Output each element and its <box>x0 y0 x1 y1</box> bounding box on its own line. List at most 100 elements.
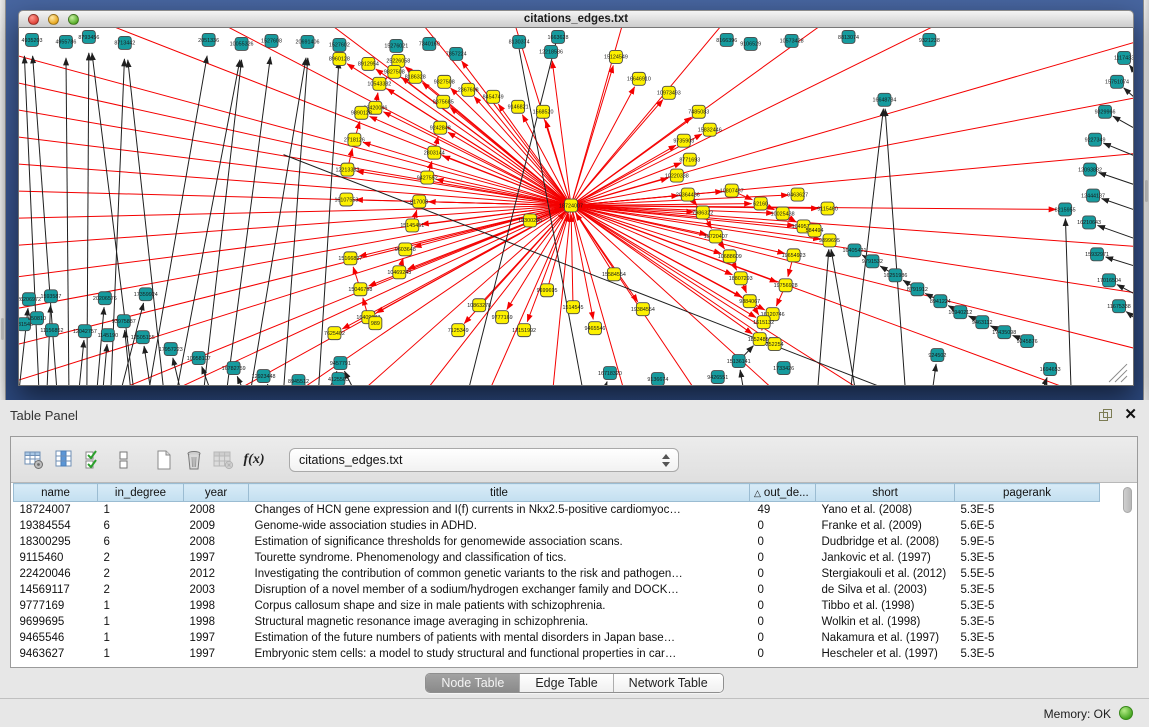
table-row[interactable]: 1938455462009Genome-wide association stu… <box>14 518 1100 534</box>
graph-node[interactable]: 10973493 <box>657 86 681 99</box>
right-panel-divider[interactable] <box>1143 0 1149 400</box>
graph-node[interactable]: 11156852 <box>40 324 63 337</box>
graph-node[interactable]: 9245876 <box>1017 335 1038 348</box>
graph-node[interactable]: 2367608 <box>458 83 479 96</box>
graph-node[interactable]: 10055326 <box>230 37 254 50</box>
graph-node[interactable]: 4935203 <box>22 33 43 46</box>
column-header-year[interactable]: year <box>184 484 249 502</box>
table-row[interactable]: 1830029562008Estimation of significance … <box>14 534 1100 550</box>
table-row[interactable]: 911546021997Tourette syndrome. Phenomeno… <box>14 550 1100 566</box>
table-scrollbar[interactable] <box>1123 487 1132 663</box>
graph-node[interactable]: 8912954 <box>358 57 379 70</box>
column-header-out_de[interactable]: △out_de... <box>750 484 816 502</box>
minimize-window-icon[interactable] <box>48 14 59 25</box>
graph-node[interactable]: 817008 <box>410 195 428 208</box>
graph-node[interactable]: 989 <box>369 317 382 330</box>
graph-node[interactable]: 19756928 <box>774 279 798 292</box>
graph-node[interactable]: 7625402 <box>324 327 345 340</box>
graph-node[interactable]: 15932971 <box>1085 248 1109 261</box>
graph-node[interactable]: 8793456 <box>78 30 99 43</box>
column-header-name[interactable]: name <box>14 484 98 502</box>
graph-node[interactable]: 7857224 <box>446 47 467 60</box>
graph-node[interactable]: 9463627 <box>787 188 808 201</box>
graph-node[interactable]: 12042757 <box>73 325 97 338</box>
graph-node[interactable]: 8813074 <box>838 30 859 43</box>
graph-node[interactable]: 8130374 <box>509 35 530 48</box>
graph-node[interactable]: 9329966 <box>1095 105 1116 118</box>
graph-node[interactable]: 15751074 <box>1105 75 1129 88</box>
column-header-in_degree[interactable]: in_degree <box>98 484 184 502</box>
column-header-pagerank[interactable]: pagerank <box>955 484 1100 502</box>
graph-node[interactable]: 8941224 <box>930 295 951 308</box>
delete-entries-icon[interactable] <box>181 447 207 473</box>
graph-node[interactable]: 8713442 <box>114 36 135 49</box>
float-panel-icon[interactable] <box>1099 409 1113 423</box>
graph-node[interactable]: 9735903 <box>673 134 694 147</box>
table-row[interactable]: 1456911722003Disruption of a novel membe… <box>14 582 1100 598</box>
table-row[interactable]: 969969511998Structural magnetic resonanc… <box>14 614 1100 630</box>
graph-node[interactable]: 1514545 <box>563 301 584 314</box>
graph-node[interactable]: 1663628 <box>548 30 569 43</box>
graph-node[interactable]: 19384554 <box>631 303 655 316</box>
graph-node[interactable]: 17957223 <box>159 343 183 356</box>
graph-node[interactable]: 850810 <box>28 312 46 325</box>
graph-node[interactable]: 8960128 <box>329 52 350 65</box>
graph-node[interactable]: 9777169 <box>492 311 513 324</box>
graph-node[interactable]: 7340160 <box>419 37 440 50</box>
graph-node[interactable]: 16107553 <box>334 193 358 206</box>
table-row[interactable]: 2242004622012Investigating the contribut… <box>14 566 1100 582</box>
graph-node[interactable]: 12444137 <box>1081 189 1105 202</box>
graph-node[interactable]: 1527602 <box>329 38 350 51</box>
column-header-short[interactable]: short <box>816 484 955 502</box>
tab-node-table[interactable]: Node Table <box>426 674 519 692</box>
table-row[interactable]: 1872400712008Changes of HCN gene express… <box>14 502 1100 518</box>
graph-node[interactable]: 26206972 <box>19 293 41 306</box>
graph-node[interactable]: 1145190 <box>98 329 119 342</box>
graph-node[interactable]: 93975887 <box>112 315 136 328</box>
graph-node[interactable]: 15720407 <box>704 230 728 243</box>
graph-node[interactable]: 9426551 <box>707 371 728 384</box>
tab-network-table[interactable]: Network Table <box>613 674 723 692</box>
close-window-icon[interactable] <box>28 14 39 25</box>
graph-node[interactable]: 9146821 <box>508 100 529 113</box>
graph-node[interactable]: 9136674 <box>647 373 668 385</box>
graph-node[interactable]: 62160 <box>753 197 768 210</box>
select-all-icon[interactable] <box>81 447 107 473</box>
close-panel-icon[interactable]: ✕ <box>1124 405 1137 425</box>
graph-node[interactable]: 2718126 <box>344 133 365 146</box>
graph-node[interactable]: 9899695 <box>819 234 840 247</box>
graph-node[interactable]: 1568520 <box>533 105 554 118</box>
window-resize-grip[interactable] <box>1109 364 1127 382</box>
zoom-window-icon[interactable] <box>68 14 79 25</box>
graph-node[interactable]: 1733426 <box>773 362 794 375</box>
graph-node[interactable]: 2051336 <box>198 33 219 46</box>
graph-node[interactable]: 20691406 <box>296 35 320 48</box>
graph-node[interactable]: 9106529 <box>740 37 761 50</box>
graph-node[interactable]: 16782759 <box>222 362 246 375</box>
graph-node[interactable]: 9463112 <box>972 316 993 329</box>
graph-node[interactable]: 17151992 <box>512 324 536 337</box>
graph-node[interactable]: 15145451 <box>400 219 424 232</box>
graph-node[interactable]: 8945512 <box>288 375 309 385</box>
graph-node[interactable]: 1117433 <box>1114 51 1133 64</box>
function-builder-icon[interactable]: f(x) <box>241 447 267 473</box>
graph-node[interactable]: 16646910 <box>627 72 651 85</box>
graph-node[interactable]: 7125349 <box>448 324 469 337</box>
graph-node[interactable]: 16210643 <box>1077 216 1101 229</box>
table-row[interactable]: 946554611997Estimation of the future num… <box>14 630 1100 646</box>
graph-node[interactable]: 10220338 <box>665 169 689 182</box>
graph-node[interactable]: 9115460 <box>817 202 838 215</box>
graph-node[interactable]: 8166396 <box>716 33 737 46</box>
graph-node[interactable]: 4955786 <box>55 35 76 48</box>
column-header-title[interactable]: title <box>249 484 750 502</box>
scrollbar-thumb[interactable] <box>1123 487 1132 513</box>
graph-node[interactable]: 17435098 <box>992 326 1016 339</box>
graph-node[interactable]: 12505155 <box>131 331 155 344</box>
graph-node[interactable]: 9321238 <box>919 33 940 46</box>
graph-node[interactable]: 9327508 <box>434 75 455 88</box>
graph-node[interactable]: 12093882 <box>1078 163 1102 176</box>
clear-selection-icon[interactable] <box>111 447 137 473</box>
graph-node[interactable]: 10573428 <box>780 34 804 47</box>
table-row[interactable]: 946362711997Embryonic stem cells: a mode… <box>14 646 1100 662</box>
table-row[interactable]: 977716911998Corpus callosum shape and si… <box>14 598 1100 614</box>
